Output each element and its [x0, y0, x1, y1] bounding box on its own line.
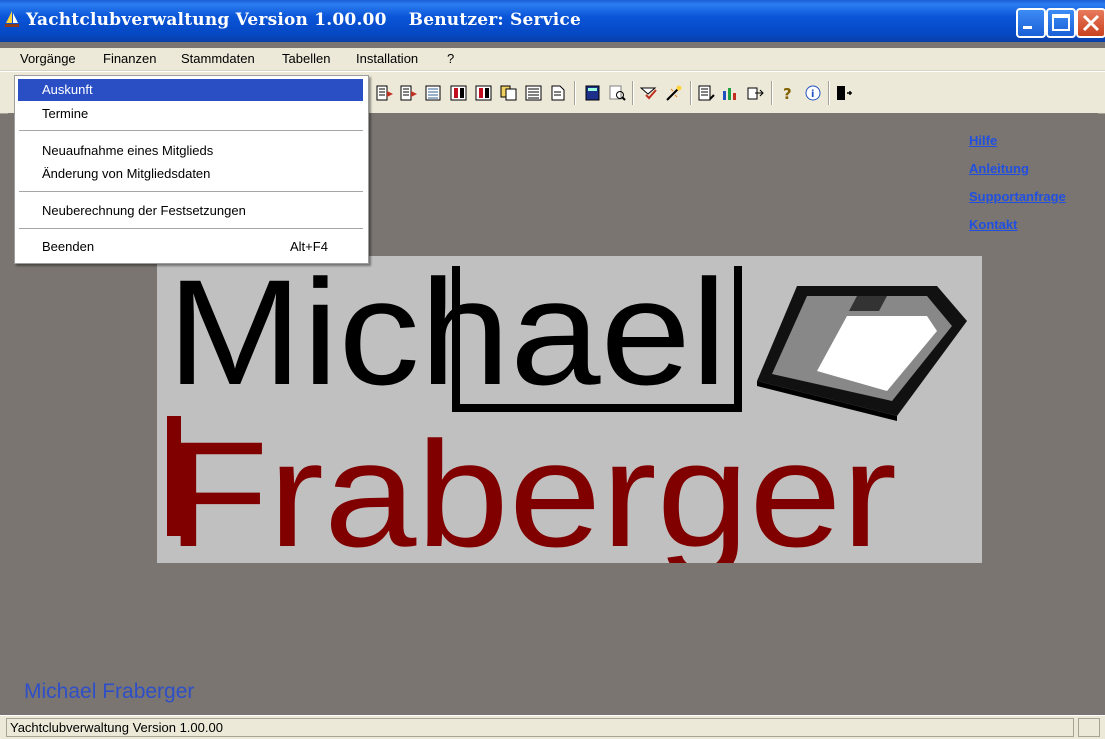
export-icon[interactable]: [747, 85, 765, 101]
document-icon[interactable]: [550, 85, 568, 101]
logo-line-2: Fraberger: [167, 410, 897, 563]
menu-item-label: Termine: [42, 106, 89, 121]
menu-item-beenden[interactable]: Beenden Alt+F4: [18, 236, 363, 258]
copy-icon[interactable]: [500, 85, 518, 101]
mail-check-icon[interactable]: [640, 85, 658, 101]
report-export-icon[interactable]: [376, 85, 394, 101]
menu-item-auskunft[interactable]: Auskunft: [18, 79, 363, 101]
minimize-icon: [1023, 26, 1032, 29]
link-kontakt[interactable]: Kontakt: [969, 211, 1066, 239]
link-hilfe[interactable]: Hilfe: [969, 127, 1066, 155]
menu-help[interactable]: ?: [447, 51, 454, 66]
menu-separator: [19, 130, 363, 132]
chart-edit-icon[interactable]: [722, 85, 740, 101]
report-list-icon[interactable]: [425, 85, 443, 101]
company-logo: Michael Fraberger: [157, 248, 982, 578]
help-links: Hilfe Anleitung Supportanfrage Kontakt: [969, 127, 1066, 239]
floppy-disk-icon: [757, 286, 967, 421]
status-bar: Yachtclubverwaltung Version 1.00.00: [0, 715, 1105, 739]
report-export-icon[interactable]: [400, 85, 418, 101]
table-red-icon[interactable]: [450, 85, 468, 101]
close-button[interactable]: [1076, 8, 1105, 38]
user-label: Benutzer: Service: [408, 10, 581, 30]
link-supportanfrage[interactable]: Supportanfrage: [969, 183, 1066, 211]
menu-item-termine[interactable]: Termine: [18, 103, 363, 125]
menu-item-neuaufnahme[interactable]: Neuaufnahme eines Mitglieds: [18, 140, 363, 162]
close-icon: [1082, 14, 1100, 32]
exit-door-icon[interactable]: [835, 85, 853, 101]
menu-separator: [19, 191, 363, 193]
menu-tabellen[interactable]: Tabellen: [282, 51, 330, 66]
menu-finanzen[interactable]: Finanzen: [103, 51, 156, 66]
link-anleitung[interactable]: Anleitung: [969, 155, 1066, 183]
menu-item-label: Änderung von Mitgliedsdaten: [42, 166, 211, 181]
toolbar-separator: [632, 81, 634, 105]
svg-text:i: i: [811, 89, 814, 100]
menu-item-label: Neuberechnung der Festsetzungen: [42, 203, 246, 218]
maximize-icon: [1052, 14, 1070, 31]
resize-grip[interactable]: [1078, 718, 1100, 737]
menu-installation[interactable]: Installation: [356, 51, 418, 66]
menu-vorgaenge[interactable]: Vorgänge: [20, 51, 76, 66]
calculator-icon[interactable]: [584, 85, 602, 101]
info-icon[interactable]: i: [804, 85, 822, 101]
status-text: Yachtclubverwaltung Version 1.00.00: [6, 718, 1074, 737]
print-preview-icon[interactable]: [609, 85, 627, 101]
help-icon[interactable]: ?: [779, 85, 797, 101]
list-edit-icon[interactable]: [698, 85, 716, 101]
svg-text:?: ?: [783, 85, 792, 101]
window-title: Yachtclubverwaltung Version 1.00.00 Benut…: [26, 10, 581, 30]
minimize-button[interactable]: [1016, 8, 1046, 38]
menu-item-neuberechnung[interactable]: Neuberechnung der Festsetzungen: [18, 200, 363, 222]
author-name: Michael Fraberger: [24, 680, 195, 703]
sailboat-icon: [5, 11, 19, 27]
toolbar-separator: [690, 81, 692, 105]
app-title: Yachtclubverwaltung Version 1.00.00: [26, 10, 387, 30]
menu-stammdaten[interactable]: Stammdaten: [181, 51, 255, 66]
menu-item-aenderung[interactable]: Änderung von Mitgliedsdaten: [18, 163, 363, 185]
wizard-icon[interactable]: [665, 85, 683, 101]
menu-bar: Vorgänge Finanzen Stammdaten Tabellen In…: [0, 48, 1105, 71]
menu-item-label: Neuaufnahme eines Mitglieds: [42, 143, 214, 158]
menu-item-label: Beenden: [42, 239, 95, 254]
menu-separator: [19, 228, 363, 230]
logo-line-1: Michael: [167, 256, 727, 416]
logo-graphic: Michael Fraberger: [167, 248, 967, 578]
toolbar-separator: [828, 81, 830, 105]
menu-item-label: Auskunft: [42, 82, 93, 97]
menu-vorgaenge-dropdown: Auskunft Termine Neuaufnahme eines Mitgl…: [14, 75, 369, 264]
table-red-icon[interactable]: [475, 85, 493, 101]
title-bar[interactable]: Yachtclubverwaltung Version 1.00.00 Benut…: [0, 0, 1105, 42]
maximize-button[interactable]: [1046, 8, 1076, 38]
list-icon[interactable]: [525, 85, 543, 101]
toolbar-separator: [574, 81, 576, 105]
toolbar-separator: [771, 81, 773, 105]
menu-item-shortcut: Alt+F4: [290, 239, 328, 254]
